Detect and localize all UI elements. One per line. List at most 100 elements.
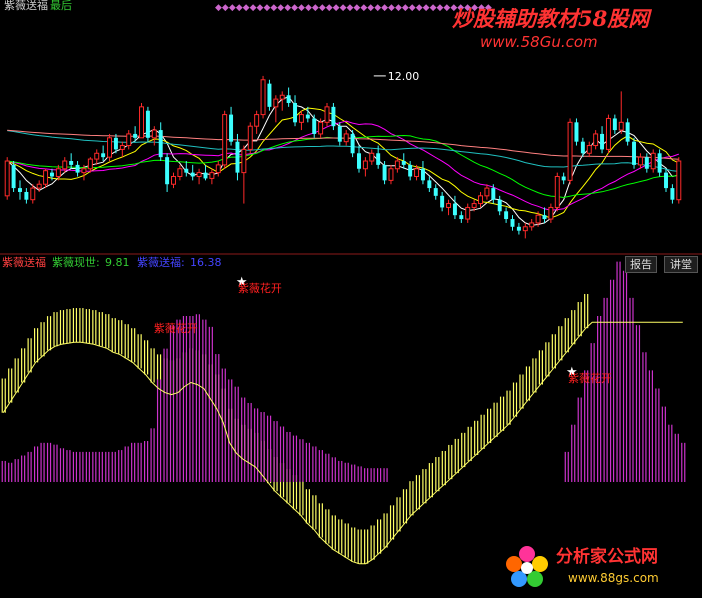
candle-body	[151, 129, 157, 139]
candle-body	[107, 137, 113, 158]
lower-label-2-value: 9.81	[105, 256, 130, 269]
candle-body	[215, 164, 221, 174]
candle-body	[165, 157, 170, 185]
candle-body	[548, 206, 554, 220]
candle-body	[273, 98, 279, 108]
candle-body	[427, 180, 432, 189]
candle-body	[75, 164, 80, 173]
candle-body	[30, 187, 36, 201]
lower-label-2: 紫薇现世:	[52, 256, 100, 269]
logo-url: www.88gs.com	[568, 571, 659, 585]
candle-body	[171, 175, 176, 185]
candle-body	[286, 95, 291, 103]
candle-body	[471, 203, 477, 208]
candle-body	[55, 168, 61, 177]
candle-body	[625, 122, 630, 142]
candle-body	[650, 152, 656, 170]
signal-label: 紫薇花开	[154, 322, 198, 335]
report-button[interactable]: 报告	[625, 256, 657, 273]
lower-label-3: 紫薇送福:	[137, 255, 185, 269]
candle-body	[535, 214, 541, 224]
header-markers: ◆◆◆◆◆◆◆◆◆◆◆◆◆◆◆◆◆◆◆◆◆◆◆◆◆◆◆◆◆◆◆◆◆◆◆◆◆◆◆◆	[215, 3, 492, 13]
candle-body	[414, 168, 420, 177]
candle-body	[139, 106, 145, 139]
candle-body	[369, 152, 375, 162]
candle-body	[561, 176, 566, 181]
candle-body	[670, 188, 675, 200]
candle-body	[580, 141, 585, 154]
candle-body	[420, 168, 425, 181]
candle-body	[567, 121, 573, 181]
candle-body	[203, 172, 208, 179]
candle-body	[62, 160, 68, 170]
candle-body	[113, 137, 118, 150]
candle-body	[382, 164, 387, 181]
candle-body	[158, 130, 163, 158]
candle-body	[362, 160, 368, 170]
candle-body	[618, 121, 624, 131]
candle-body	[529, 222, 535, 228]
candle-body	[298, 114, 304, 123]
candle-body	[605, 117, 611, 150]
candle-body	[81, 168, 87, 174]
lower-label-3-value: 16.38	[190, 256, 222, 269]
candle-body	[241, 148, 247, 174]
candle-body	[586, 145, 592, 154]
logo-name: 分析家公式网	[556, 546, 658, 567]
candle-body	[94, 152, 100, 160]
candle-body	[574, 122, 579, 142]
candle-body	[229, 114, 234, 142]
candle-body	[388, 168, 394, 181]
candle-body	[145, 110, 150, 138]
candle-body	[69, 161, 74, 165]
candle-body	[222, 114, 228, 166]
candle-body	[305, 114, 310, 119]
candle-body	[459, 215, 464, 220]
candle-body	[465, 206, 471, 220]
lower-label-1: 紫薇送福	[2, 255, 46, 269]
candle-body	[101, 153, 106, 158]
candle-body	[279, 94, 285, 100]
indicator-title-2: 最后	[50, 0, 72, 12]
lecture-button[interactable]: 讲堂	[664, 256, 698, 273]
candle-body	[49, 172, 54, 177]
candle-body	[433, 188, 438, 196]
candle-body	[593, 133, 599, 147]
price-annotation: 12.00	[388, 70, 420, 83]
candle-body	[324, 106, 330, 123]
candle-body	[43, 170, 49, 185]
candle-body	[664, 172, 668, 189]
candle-body	[4, 160, 10, 197]
candle-body	[637, 156, 643, 166]
watermark-title: 炒股辅助教材58股网	[452, 6, 652, 31]
candle-body	[612, 118, 617, 131]
candle-body	[235, 141, 240, 173]
candle-body	[522, 226, 528, 232]
candle-body	[510, 219, 515, 227]
candle-body	[126, 133, 132, 147]
candle-body	[632, 141, 637, 165]
candle-body	[119, 145, 125, 150]
candle-body	[331, 106, 336, 127]
candle-body	[190, 172, 195, 177]
candle-body	[497, 199, 502, 212]
candle-body	[260, 79, 266, 116]
candle-body	[600, 133, 605, 150]
indicator-title-fragment: 紫薇送福	[4, 0, 48, 12]
candle-body	[209, 172, 215, 179]
candle-body	[343, 133, 349, 143]
candle-body	[516, 226, 521, 231]
signal-label: 紫薇花开	[568, 372, 612, 385]
candle-body	[357, 153, 361, 169]
candle-body	[491, 188, 496, 200]
candle-body	[657, 153, 662, 173]
candle-body	[18, 188, 22, 192]
chart-canvas: 12.008.46 ★紫薇花开紫薇花开★紫薇花开 紫薇送福 最后 ◆◆◆◆◆◆◆…	[0, 0, 702, 598]
candle-body	[11, 164, 16, 189]
candle-body	[36, 183, 42, 189]
candle-body	[254, 114, 260, 127]
chart-background	[0, 0, 702, 598]
candle-body	[542, 215, 547, 220]
candle-body	[504, 211, 509, 220]
candle-body	[87, 158, 93, 170]
